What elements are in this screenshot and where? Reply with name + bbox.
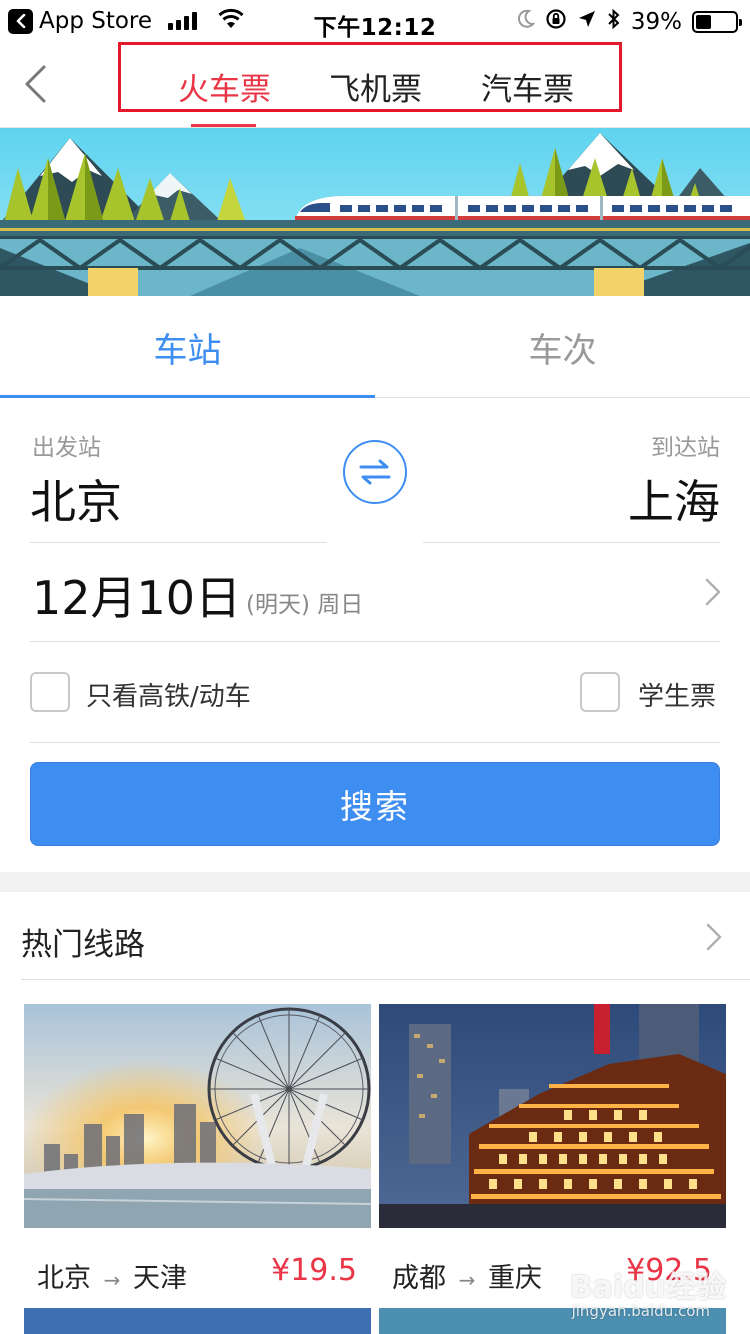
baidu-watermark: Baidu经验 (569, 1270, 726, 1305)
status-bar: App Store 下午12:12 39% (0, 0, 750, 42)
tab-train-tickets[interactable]: 火车票 (178, 64, 271, 109)
route-name: 北京 → 天津 (37, 1256, 187, 1295)
baidu-watermark-url: jingyan.baidu.com (571, 1302, 710, 1320)
from-station-label: 出发站 (32, 435, 101, 461)
back-chevron-icon[interactable] (22, 64, 52, 104)
tab-flight-tickets[interactable]: 飞机票 (329, 64, 422, 109)
divider (30, 742, 720, 743)
divider (423, 542, 720, 543)
divider (30, 641, 720, 642)
divider (21, 979, 750, 980)
route-price: ¥19.5 (271, 1253, 357, 1288)
bluetooth-icon (607, 8, 621, 36)
high-speed-only-label: 只看高铁/动车 (86, 682, 251, 712)
student-ticket-checkbox[interactable] (580, 672, 620, 712)
route-name: 成都 → 重庆 (392, 1256, 542, 1295)
divider (30, 542, 327, 543)
search-button[interactable]: 搜索 (30, 762, 720, 846)
date-chevron-right-icon[interactable] (704, 577, 722, 607)
route-to: 天津 (132, 1263, 187, 1294)
station-train-segment: 车站 车次 (0, 296, 750, 398)
route-photo-tianjin-eye (24, 1004, 371, 1228)
route-photo-chongqing-night (379, 1004, 726, 1228)
hot-routes-title: 热门线路 (21, 927, 145, 963)
location-arrow-icon (577, 9, 597, 35)
high-speed-only-checkbox[interactable] (30, 672, 70, 712)
segment-train-number[interactable]: 车次 (375, 296, 750, 398)
top-nav: 火车票 飞机票 汽车票 (0, 42, 750, 128)
rotation-lock-icon (545, 8, 567, 36)
section-separator (0, 872, 750, 892)
segment-station[interactable]: 车站 (0, 296, 375, 398)
departure-date-note: (明天) 周日 (246, 592, 364, 618)
from-city[interactable]: 北京 (30, 466, 122, 532)
route-to: 重庆 (487, 1263, 542, 1294)
battery-icon (692, 11, 742, 33)
tab-bus-tickets[interactable]: 汽车票 (481, 64, 574, 109)
route-from: 北京 (37, 1263, 91, 1294)
route-from: 成都 (392, 1263, 446, 1294)
active-tab-underline (191, 124, 256, 127)
route-arrow-icon: → (103, 1268, 121, 1292)
train-banner (0, 128, 750, 296)
swap-stations-button[interactable] (343, 440, 407, 504)
route-arrow-icon: → (458, 1268, 476, 1292)
route-card-beijing-tianjin[interactable]: 北京 → 天津 ¥19.5 (24, 1004, 371, 1334)
departure-date[interactable]: 12月10日 (32, 562, 241, 628)
to-station-label: 到达站 (651, 435, 720, 461)
swap-arrows-icon (359, 459, 391, 485)
to-city[interactable]: 上海 (628, 466, 720, 532)
moon-icon (517, 9, 536, 35)
student-ticket-label: 学生票 (638, 682, 717, 712)
route-card-partial[interactable] (24, 1308, 371, 1334)
segment-active-underline (0, 395, 375, 398)
hot-routes-chevron-right-icon[interactable] (705, 922, 723, 952)
battery-percent: 39% (630, 9, 682, 35)
